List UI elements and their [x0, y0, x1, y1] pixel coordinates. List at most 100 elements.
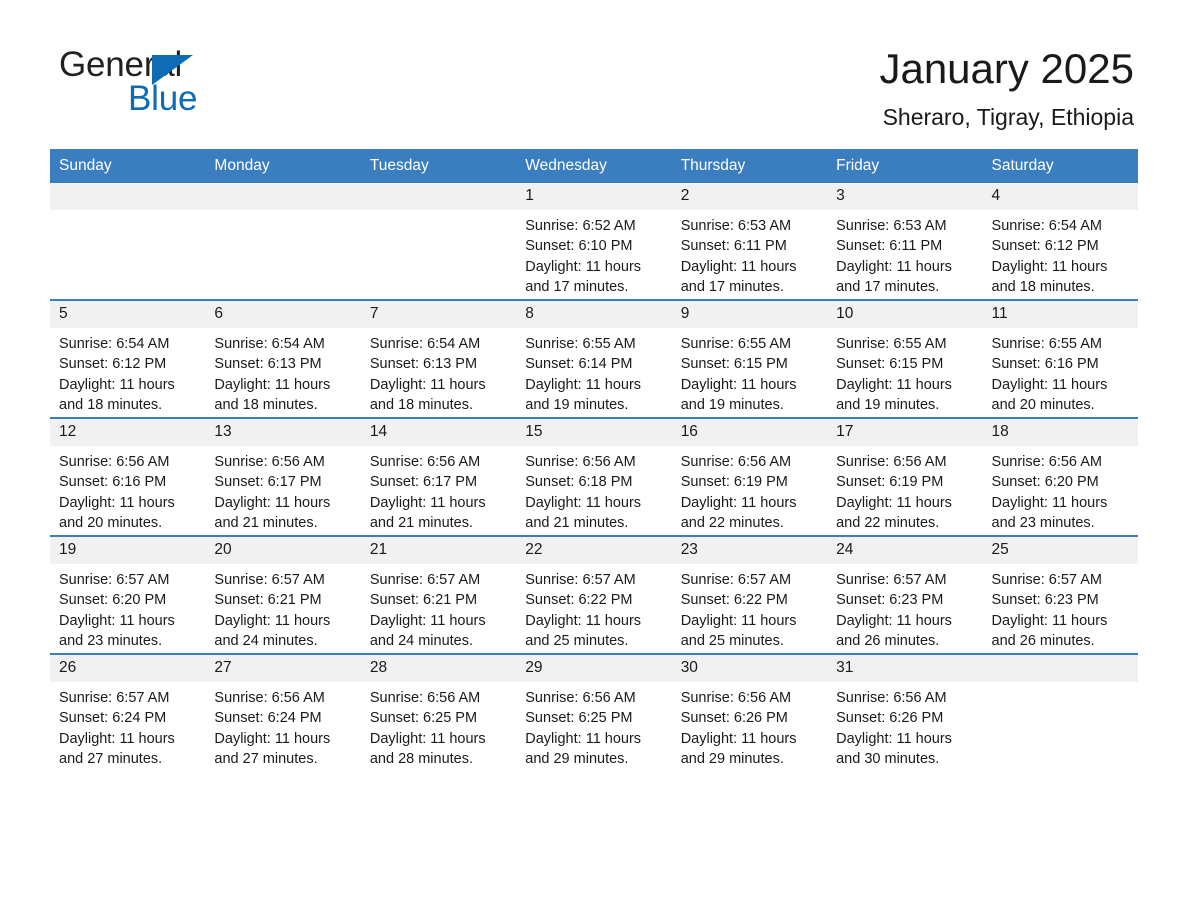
calendar-day-cell[interactable]: 3 Sunrise: 6:53 AM Sunset: 6:11 PM Daylight…: [827, 183, 983, 300]
sunset-time: Sunset: 6:17 PM: [369, 474, 478, 491]
day-number: 5: [50, 301, 206, 328]
calendar-day-cell[interactable]: 13 Sunrise: 6:56 AM Sunset: 6:17 PM Dayligh…: [205, 417, 361, 536]
sunrise-time: Sunrise: 6:54 AM: [991, 218, 1102, 234]
day-cell-content: 19 Sunrise: 6:57 AM Sunset: 6:20 PM Dayligh…: [50, 537, 206, 653]
weekday-header-tuesday: Tuesday: [360, 149, 517, 183]
calendar-day-cell[interactable]: 18 Sunrise: 6:56 AM Sunset: 6:20 PM Dayligh…: [982, 417, 1138, 536]
day-sun-info: Sunrise: 6:56 AM Sunset: 6:18 PM Daylight:…: [516, 446, 671, 533]
sunrise-time: Sunrise: 6:57 AM: [525, 572, 636, 588]
calendar-day-cell[interactable]: 10 Sunrise: 6:55 AM Sunset: 6:15 PM Dayligh…: [827, 299, 983, 418]
calendar-day-cell[interactable]: 30 Sunrise: 6:56 AM Sunset: 6:26 PM Dayligh…: [671, 653, 828, 771]
day-cell-content: 8 Sunrise: 6:55 AM Sunset: 6:14 PM Daylight…: [516, 301, 672, 417]
day-cell-content: 13 Sunrise: 6:56 AM Sunset: 6:17 PM Dayligh…: [205, 419, 361, 535]
day-sun-info: Sunrise: 6:55 AM Sunset: 6:15 PM Daylight:…: [672, 328, 827, 415]
sunrise-time: Sunrise: 6:53 AM: [836, 218, 947, 234]
day-sun-info: Sunrise: 6:53 AM Sunset: 6:11 PM Daylight:…: [672, 210, 827, 297]
sunrise-time: Sunrise: 6:56 AM: [214, 454, 325, 470]
day-number: 20: [205, 537, 361, 564]
calendar-day-cell[interactable]: 25 Sunrise: 6:57 AM Sunset: 6:23 PM Dayligh…: [982, 535, 1138, 654]
calendar-day-cell[interactable]: 31 Sunrise: 6:56 AM Sunset: 6:26 PM Dayligh…: [827, 653, 983, 771]
day-number: 8: [516, 301, 672, 328]
day-number: 7: [360, 301, 517, 328]
sunset-time: Sunset: 6:13 PM: [214, 356, 322, 373]
weekday-header-wednesday: Wednesday: [516, 149, 672, 183]
sunset-time: Sunset: 6:19 PM: [836, 474, 944, 491]
daylight-duration-line1: Daylight: 11 hours: [680, 494, 797, 511]
daylight-duration-line1: Daylight: 11 hours: [991, 258, 1108, 275]
sunset-time: Sunset: 6:23 PM: [836, 592, 944, 609]
sunset-time: Sunset: 6:13 PM: [369, 356, 478, 373]
weekday-header-saturday: Saturday: [982, 149, 1138, 183]
day-cell-content: 11 Sunrise: 6:55 AM Sunset: 6:16 PM Dayligh…: [982, 301, 1138, 417]
daylight-duration-line1: Daylight: 11 hours: [525, 258, 642, 275]
day-number: [360, 183, 517, 210]
day-cell-content: 1 Sunrise: 6:52 AM Sunset: 6:10 PM Daylight…: [516, 183, 672, 299]
daylight-duration-line1: Daylight: 11 hours: [525, 730, 642, 747]
sunrise-time: Sunrise: 6:56 AM: [59, 454, 170, 470]
calendar-day-cell[interactable]: 8 Sunrise: 6:55 AM Sunset: 6:14 PM Daylight…: [516, 299, 672, 418]
day-cell-content: 9 Sunrise: 6:55 AM Sunset: 6:15 PM Daylight…: [671, 301, 828, 417]
calendar-day-cell[interactable]: 19 Sunrise: 6:57 AM Sunset: 6:20 PM Dayligh…: [50, 535, 206, 654]
calendar-week-row: 19 Sunrise: 6:57 AM Sunset: 6:20 PM Dayligh…: [50, 535, 1138, 654]
calendar-day-cell[interactable]: 6 Sunrise: 6:54 AM Sunset: 6:13 PM Daylight…: [205, 299, 361, 418]
daylight-duration-line1: Daylight: 11 hours: [680, 258, 797, 275]
calendar-day-cell[interactable]: 22 Sunrise: 6:57 AM Sunset: 6:22 PM Dayligh…: [516, 535, 672, 654]
day-cell-content: 22 Sunrise: 6:57 AM Sunset: 6:22 PM Dayligh…: [516, 537, 672, 653]
generalblue-logo[interactable]: General Blue: [50, 44, 310, 124]
day-cell-content: 12 Sunrise: 6:56 AM Sunset: 6:16 PM Dayligh…: [50, 419, 206, 535]
calendar-day-cell[interactable]: 4 Sunrise: 6:54 AM Sunset: 6:12 PM Daylight…: [982, 183, 1138, 300]
calendar-day-cell[interactable]: 26 Sunrise: 6:57 AM Sunset: 6:24 PM Dayligh…: [50, 653, 206, 771]
daylight-duration-line1: Daylight: 11 hours: [369, 376, 486, 393]
calendar-day-cell[interactable]: 20 Sunrise: 6:57 AM Sunset: 6:21 PM Dayligh…: [205, 535, 361, 654]
calendar-day-cell[interactable]: 1 Sunrise: 6:52 AM Sunset: 6:10 PM Daylight…: [516, 183, 672, 300]
daylight-duration-line2: and 19 minutes.: [525, 396, 629, 413]
sunrise-time: Sunrise: 6:55 AM: [991, 336, 1102, 352]
sunset-time: Sunset: 6:24 PM: [59, 710, 167, 727]
calendar-day-cell[interactable]: 9 Sunrise: 6:55 AM Sunset: 6:15 PM Daylight…: [671, 299, 828, 418]
calendar-day-cell[interactable]: 11 Sunrise: 6:55 AM Sunset: 6:16 PM Dayligh…: [982, 299, 1138, 418]
weekday-header-friday: Friday: [827, 149, 983, 183]
daylight-duration-line1: Daylight: 11 hours: [369, 494, 486, 511]
calendar-day-cell[interactable]: 17 Sunrise: 6:56 AM Sunset: 6:19 PM Dayligh…: [827, 417, 983, 536]
sunrise-time: Sunrise: 6:52 AM: [525, 218, 636, 234]
day-number: 28: [360, 655, 517, 682]
title-block: January 2025 Sheraro, Tigray, Ethiopia: [879, 44, 1138, 132]
day-number: 3: [827, 183, 983, 210]
day-number: 17: [827, 419, 983, 446]
sunrise-time: Sunrise: 6:57 AM: [214, 572, 325, 588]
daylight-duration-line2: and 27 minutes.: [214, 750, 318, 767]
sunrise-time: Sunrise: 6:56 AM: [680, 690, 792, 706]
day-number: 13: [205, 419, 361, 446]
calendar-day-cell[interactable]: 12 Sunrise: 6:56 AM Sunset: 6:16 PM Dayligh…: [50, 417, 206, 536]
day-cell-content: 17 Sunrise: 6:56 AM Sunset: 6:19 PM Dayligh…: [827, 419, 983, 535]
sunrise-time: Sunrise: 6:57 AM: [836, 572, 947, 588]
calendar-day-cell[interactable]: 29 Sunrise: 6:56 AM Sunset: 6:25 PM Dayligh…: [516, 653, 672, 771]
calendar-day-cell[interactable]: 7 Sunrise: 6:54 AM Sunset: 6:13 PM Daylight…: [360, 299, 517, 418]
day-number: 6: [205, 301, 361, 328]
calendar-day-cell[interactable]: 5 Sunrise: 6:54 AM Sunset: 6:12 PM Daylight…: [50, 299, 206, 418]
calendar-day-cell[interactable]: 27 Sunrise: 6:56 AM Sunset: 6:24 PM Dayligh…: [205, 653, 361, 771]
day-number: 2: [671, 183, 828, 210]
calendar-day-cell[interactable]: 23 Sunrise: 6:57 AM Sunset: 6:22 PM Dayligh…: [671, 535, 828, 654]
day-cell-content: 24 Sunrise: 6:57 AM Sunset: 6:23 PM Dayligh…: [827, 537, 983, 653]
sunrise-time: Sunrise: 6:56 AM: [836, 454, 947, 470]
daylight-duration-line2: and 24 minutes.: [214, 632, 318, 649]
sunset-time: Sunset: 6:10 PM: [525, 238, 633, 255]
daylight-duration-line1: Daylight: 11 hours: [214, 730, 331, 747]
day-sun-info: Sunrise: 6:56 AM Sunset: 6:25 PM Daylight:…: [361, 682, 516, 769]
calendar-day-cell[interactable]: 2 Sunrise: 6:53 AM Sunset: 6:11 PM Daylight…: [671, 183, 828, 300]
location-subtitle: Sheraro, Tigray, Ethiopia: [882, 104, 1134, 130]
day-sun-info: Sunrise: 6:56 AM Sunset: 6:19 PM Daylight:…: [672, 446, 827, 533]
day-cell-content: 28 Sunrise: 6:56 AM Sunset: 6:25 PM Dayligh…: [360, 655, 517, 771]
daylight-duration-line2: and 26 minutes.: [991, 632, 1095, 649]
day-cell-content: 25 Sunrise: 6:57 AM Sunset: 6:23 PM Dayligh…: [982, 537, 1138, 653]
calendar-day-cell[interactable]: 15 Sunrise: 6:56 AM Sunset: 6:18 PM Dayligh…: [516, 417, 672, 536]
calendar-day-cell[interactable]: 14 Sunrise: 6:56 AM Sunset: 6:17 PM Dayligh…: [360, 417, 517, 536]
calendar-day-cell[interactable]: 28 Sunrise: 6:56 AM Sunset: 6:25 PM Dayligh…: [360, 653, 517, 771]
calendar-day-cell[interactable]: 21 Sunrise: 6:57 AM Sunset: 6:21 PM Dayligh…: [360, 535, 517, 654]
calendar-day-cell[interactable]: 24 Sunrise: 6:57 AM Sunset: 6:23 PM Dayligh…: [827, 535, 983, 654]
calendar-day-cell[interactable]: 16 Sunrise: 6:56 AM Sunset: 6:19 PM Dayligh…: [671, 417, 828, 536]
daylight-duration-line2: and 18 minutes.: [59, 396, 163, 413]
sunset-time: Sunset: 6:15 PM: [680, 356, 788, 373]
sunset-time: Sunset: 6:15 PM: [836, 356, 944, 373]
